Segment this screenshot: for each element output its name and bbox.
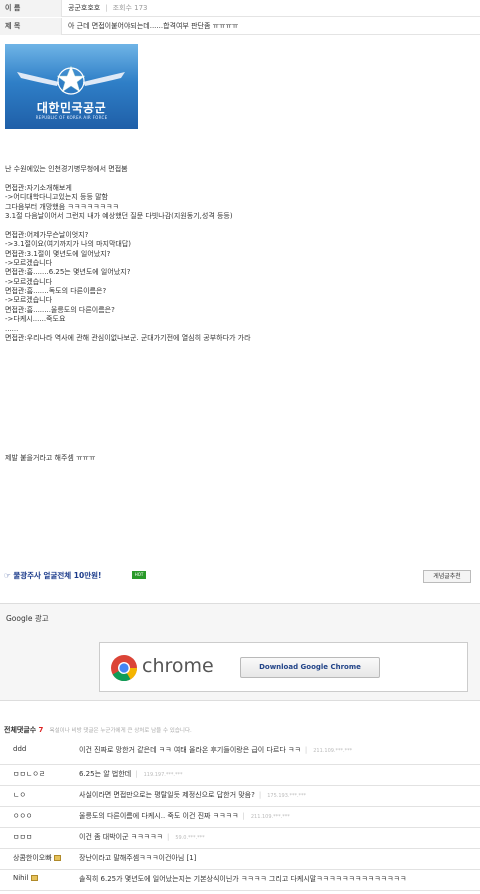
body-line: 면접관:자기소개해보게 bbox=[5, 183, 72, 192]
author-name[interactable]: 공군호호호 bbox=[68, 4, 100, 12]
views-label: 조회수 bbox=[112, 4, 132, 12]
body-line: ->모르겠습니다 bbox=[5, 277, 53, 286]
body-line: 면접관:우리나라 역사에 관해 관심이없나보군. 군대가기전에 열심히 공부하다… bbox=[5, 334, 251, 343]
comment-row: ㅁㅁㄴㅇㄹ 6.25는 알 법한데 | 119.197.***.*** bbox=[0, 765, 480, 786]
comment-nick[interactable]: ㅁㅁㄴㅇㄹ bbox=[13, 769, 45, 779]
comment-nick-wrap: Nihil bbox=[13, 874, 38, 882]
comment-ip: 211.109.***.*** bbox=[313, 748, 353, 754]
comment-body: 울릉도의 다른이름에 다케시.. 죽도 이건 진짜 ㅋㅋㅋㅋ | 211.109.*… bbox=[79, 812, 290, 820]
body-line: 면접관:어제가무슨날이엇지? bbox=[5, 230, 89, 239]
comment-nick[interactable]: ㅇㅇㅇ bbox=[13, 811, 32, 821]
comment-row: Nihil 솔직히 6.25가 몇년도에 일어났는지는 기본상식이닌가 ㅋㅋㅋㅋ… bbox=[0, 870, 480, 891]
comment-nick-wrap: 상콤한이오빠 bbox=[13, 853, 61, 863]
comments-title: 전체댓글수 bbox=[4, 726, 37, 734]
body-line bbox=[5, 174, 475, 183]
comment-ip: 175.193.***.*** bbox=[267, 793, 307, 799]
post-body: 난 수원에있는 인천경기병무청에서 면접봄 면접관:자기소개해보게 ->어디대학… bbox=[5, 165, 475, 343]
google-ad: Google 광고 chrome Download Google Chrome bbox=[0, 603, 480, 701]
body-line bbox=[5, 221, 475, 230]
body-line: ->모르겠습니다 bbox=[5, 258, 53, 267]
body-line: ->어디대학다니고있는지 등등 말함 bbox=[5, 193, 109, 202]
comment-text: 솔직히 6.25가 몇년도에 일어났는지는 기본상식이닌가 ㅋㅋㅋㅋ 그리고 다… bbox=[79, 875, 407, 883]
body-line: 난 수원에있는 인천경기병무청에서 면접봄 bbox=[5, 165, 128, 173]
comment-nick[interactable]: ㅁㅁㅁ bbox=[13, 832, 32, 842]
views-count: 173 bbox=[134, 4, 148, 12]
chrome-logo-icon bbox=[111, 655, 138, 682]
recommend-button[interactable]: 게념글추천 bbox=[423, 570, 471, 583]
comment-text: 6.25는 알 법한데 bbox=[79, 770, 132, 778]
body-line: 면접관:흠........울릉도의 다른이름은? bbox=[5, 305, 115, 314]
post-closing: 제발 붙을거라고 해주셈 ㅠㅠㅠ bbox=[5, 454, 96, 462]
body-line: ->다케시......죽도요 bbox=[5, 315, 66, 324]
promo-text: 물광주사 얼굴전체 10만원! bbox=[13, 571, 102, 580]
author-label: 이 름 bbox=[0, 0, 62, 17]
comment-row: ㅁㅁㅁ 이건 좀 대박이군 ㅋㅋㅋㅋㅋ | 59.0.***.*** bbox=[0, 828, 480, 849]
comment-text: 울릉도의 다른이름에 다케시.. 죽도 이건 진짜 ㅋㅋㅋㅋ bbox=[79, 812, 239, 820]
comment-nick[interactable]: ㄴㅇ bbox=[13, 790, 26, 800]
comment-row: ㅇㅇㅇ 울릉도의 다른이름에 다케시.. 죽도 이건 진짜 ㅋㅋㅋㅋ | 211.1… bbox=[0, 807, 480, 828]
comment-nick[interactable]: ddd bbox=[13, 745, 26, 753]
comment-body: 6.25는 알 법한데 | 119.197.***.*** bbox=[79, 770, 183, 778]
subject-row: 제 목 아 근데 면접이붙어야되는데......합격여부 판단좀 ㅠㅠㅠㅠ bbox=[0, 18, 480, 35]
comments-note: 욕설이나 비방 댓글은 누군가에게 큰 상처로 남을 수 있습니다. bbox=[49, 728, 192, 734]
comment-ip: 211.109.***.*** bbox=[250, 814, 290, 820]
air-force-logo: 대한민국공군 REPUBLIC OF KOREA AIR FORCE bbox=[5, 44, 138, 129]
author-info: 공군호호호 | 조회수 173 bbox=[68, 4, 148, 12]
member-badge-icon bbox=[53, 855, 61, 861]
body-line: 면접관:3.1절이 몇년도에 일어났지? bbox=[5, 249, 111, 258]
comment-ip: 119.197.***.*** bbox=[143, 772, 183, 778]
comment-text: 이건 좀 대박이군 ㅋㅋㅋㅋㅋ bbox=[79, 833, 163, 841]
body-line: 그다음부터 개망했음 ㅋㅋㅋㅋㅋㅋㅋㅋ bbox=[5, 202, 119, 211]
chrome-wordmark: chrome bbox=[142, 655, 214, 677]
comment-row: ㄴㅇ 사실이라면 면접만으로는 평탈일듯 제정신으로 답한거 맞음? | 175.1… bbox=[0, 786, 480, 807]
comments-count: 7 bbox=[38, 726, 44, 734]
comment-body: 이건 좀 대박이군 ㅋㅋㅋㅋㅋ | 59.0.***.*** bbox=[79, 833, 205, 841]
chrome-ad-banner[interactable]: chrome Download Google Chrome bbox=[99, 642, 468, 692]
comment-body: 사실이라면 면접만으로는 평탈일듯 제정신으로 답한거 맞음? | 175.193.… bbox=[79, 791, 307, 799]
comment-nick[interactable]: Nihil bbox=[13, 874, 29, 882]
body-line: 3.1절 다음날이어서 그런지 내가 예상했던 질문 다빗나감(지원동기,성격 … bbox=[5, 211, 233, 220]
body-line: ->3.1절이요(여기까지가 나의 마지막대답) bbox=[5, 240, 132, 249]
subject-label: 제 목 bbox=[0, 18, 62, 35]
google-ad-label: Google 광고 bbox=[6, 614, 49, 623]
wing-emblem-icon bbox=[17, 65, 125, 95]
comment-body: 이건 진짜로 망한거 같은데 ㅋㅋ 여태 올라온 후기들이랑은 급이 다르다 ㅋ… bbox=[79, 746, 353, 754]
hot-badge: HOT bbox=[132, 571, 146, 579]
comment-text: 장난이라고 말해주셈ㅋㅋㅋ이건아님 [1] bbox=[79, 854, 197, 862]
comment-text: 이건 진짜로 망한거 같은데 ㅋㅋ 여태 올라온 후기들이랑은 급이 다르다 ㅋ… bbox=[79, 746, 301, 754]
comment-row: ddd 이건 진짜로 망한거 같은데 ㅋㅋ 여태 올라온 후기들이랑은 급이 다… bbox=[0, 743, 480, 765]
hand-pointer-icon: ☞ bbox=[4, 571, 14, 580]
download-chrome-button[interactable]: Download Google Chrome bbox=[240, 657, 380, 678]
body-line: 면접관:흠.......6.25는 몇년도에 일어났지? bbox=[5, 268, 131, 277]
comment-text: 사실이라면 면접만으로는 평탈일듯 제정신으로 답한거 맞음? bbox=[79, 791, 255, 799]
comments-header: 전체댓글수 7 욕설이나 비방 댓글은 누군가에게 큰 상처로 남을 수 있습니… bbox=[4, 725, 192, 735]
comment-row: 상콤한이오빠 장난이라고 말해주셈ㅋㅋㅋ이건아님 [1] bbox=[0, 849, 480, 870]
body-line: ->모르겠습니다 bbox=[5, 296, 53, 305]
author-row: 이 름 공군호호호 | 조회수 173 bbox=[0, 0, 480, 17]
body-line: ...... bbox=[5, 324, 19, 333]
body-line: 면접관:흠.......독도의 다른이름은? bbox=[5, 287, 107, 296]
post-subject: 아 근데 면접이붙어야되는데......합격여부 판단좀 ㅠㅠㅠㅠ bbox=[68, 22, 239, 30]
promo-row: ☞ 물광주사 얼굴전체 10만원! HOT 게념글추천 bbox=[0, 567, 480, 585]
logo-subtitle: REPUBLIC OF KOREA AIR FORCE bbox=[35, 115, 108, 120]
comment-ip: 59.0.***.*** bbox=[175, 835, 205, 841]
member-badge-icon bbox=[30, 875, 38, 881]
logo-title: 대한민국공군 bbox=[36, 101, 107, 115]
promo-link[interactable]: ☞ 물광주사 얼굴전체 10만원! bbox=[4, 570, 101, 581]
comment-nick[interactable]: 상콤한이오빠 bbox=[13, 854, 52, 862]
